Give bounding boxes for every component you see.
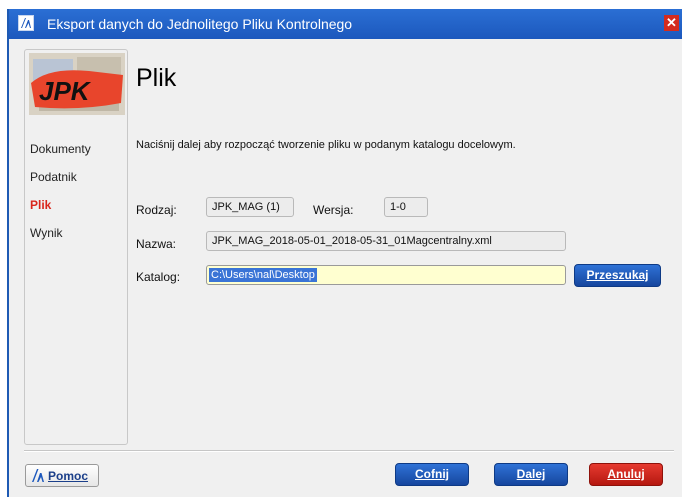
close-button[interactable]: ✕ xyxy=(664,15,679,31)
next-button-label[interactable]: Dalej xyxy=(517,467,546,481)
sidebar-item-wynik[interactable]: Wynik xyxy=(30,226,63,240)
wizard-steps-sidebar: JPK Dokumenty Podatnik Plik Wynik xyxy=(24,49,128,445)
title-bar[interactable]: Eksport danych do Jednolitego Pliku Kont… xyxy=(9,9,682,39)
katalog-label: Katalog: xyxy=(136,270,181,284)
export-dialog-window: Eksport danych do Jednolitego Pliku Kont… xyxy=(7,9,682,497)
browse-button-label[interactable]: Przeszukaj xyxy=(586,268,648,282)
window-title: Eksport danych do Jednolitego Pliku Kont… xyxy=(47,16,353,32)
app-logo-icon xyxy=(18,15,34,31)
browse-button[interactable]: Przeszukaj xyxy=(574,264,661,287)
back-button[interactable]: Cofnij xyxy=(395,463,469,486)
sidebar-item-podatnik[interactable]: Podatnik xyxy=(30,170,77,184)
instruction-text: Naciśnij dalej aby rozpocząć tworzenie p… xyxy=(136,139,516,151)
cancel-button[interactable]: Anuluj xyxy=(589,463,663,486)
wersja-label: Wersja: xyxy=(313,203,354,217)
help-button-label[interactable]: Pomoc xyxy=(48,469,88,483)
footer-divider xyxy=(24,450,674,452)
wersja-field: 1-0 xyxy=(384,197,428,217)
rodzaj-label: Rodzaj: xyxy=(136,203,177,217)
help-button[interactable]: Pomoc xyxy=(25,464,99,487)
nazwa-field: JPK_MAG_2018-05-01_2018-05-31_01Magcentr… xyxy=(206,231,566,251)
next-button[interactable]: Dalej xyxy=(494,463,568,486)
cancel-button-label[interactable]: Anuluj xyxy=(607,467,644,481)
close-icon[interactable]: ✕ xyxy=(666,15,677,30)
nazwa-label: Nazwa: xyxy=(136,237,177,251)
katalog-selected-text[interactable]: C:\Users\nal\Desktop xyxy=(209,268,317,282)
page-title: Plik xyxy=(136,64,177,92)
sidebar-item-dokumenty[interactable]: Dokumenty xyxy=(30,142,91,156)
rodzaj-field: JPK_MAG (1) xyxy=(206,197,294,217)
help-logo-icon xyxy=(32,469,44,482)
jpk-logo: JPK xyxy=(29,53,125,115)
back-button-label[interactable]: Cofnij xyxy=(415,467,449,481)
sidebar-item-plik[interactable]: Plik xyxy=(30,198,51,212)
logo-text: JPK xyxy=(39,76,92,106)
katalog-input[interactable]: C:\Users\nal\Desktop xyxy=(206,265,566,285)
